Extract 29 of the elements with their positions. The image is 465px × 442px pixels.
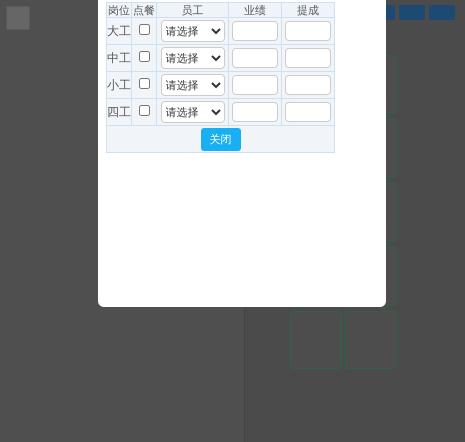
position-label: 小工	[106, 72, 132, 98]
performance-field[interactable]	[232, 21, 278, 41]
employee-select[interactable]: 请选择	[160, 20, 224, 42]
performance-field[interactable]	[232, 48, 278, 68]
employee-select[interactable]: 请选择	[160, 47, 224, 69]
column-header: 提成	[282, 2, 334, 18]
position-label: 中工	[106, 44, 132, 72]
product-card[interactable]	[345, 311, 397, 369]
column-header: 员工	[156, 2, 228, 18]
checkbox[interactable]	[138, 105, 150, 116]
column-header: 点餐	[132, 2, 156, 18]
product-card[interactable]	[290, 311, 342, 369]
commission-field[interactable]	[285, 48, 331, 68]
column-header: 岗位	[106, 2, 132, 18]
position-label: 四工	[106, 98, 132, 126]
performance-field[interactable]	[232, 75, 278, 95]
employee-select[interactable]: 请选择	[160, 101, 224, 123]
toolbar-button[interactable]	[429, 5, 455, 20]
checkbox[interactable]	[138, 78, 150, 89]
employee-select[interactable]: 请选择	[160, 74, 224, 96]
position-label: 大工	[106, 18, 132, 44]
commission-field[interactable]	[285, 102, 331, 122]
commission-field[interactable]	[285, 21, 331, 41]
toolbar-button[interactable]	[399, 5, 425, 20]
commission-field[interactable]	[285, 75, 331, 95]
checkbox[interactable]	[138, 51, 150, 62]
column-header: 业绩	[228, 2, 282, 18]
performance-field[interactable]	[232, 102, 278, 122]
checkbox[interactable]	[138, 24, 150, 35]
